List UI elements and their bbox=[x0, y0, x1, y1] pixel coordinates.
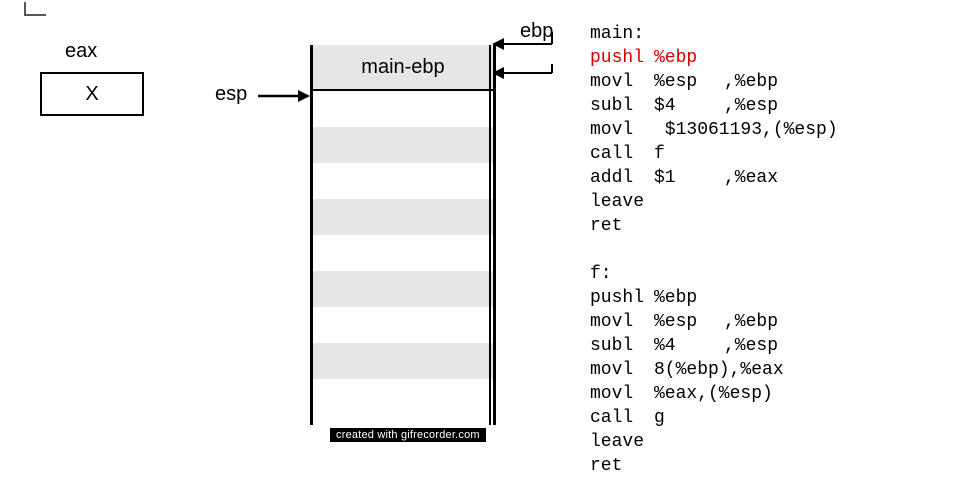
code-line: callg bbox=[590, 408, 724, 428]
register-eax-label: eax bbox=[65, 40, 97, 63]
code-line: subl$4,%esp bbox=[590, 96, 778, 116]
code-line: movl $13061193,(%esp) bbox=[590, 120, 838, 140]
stack-cell-top: main-ebp bbox=[313, 45, 493, 91]
stack-cell bbox=[313, 307, 493, 343]
stack-cell bbox=[313, 127, 493, 163]
stack-cell bbox=[313, 379, 493, 415]
register-eax-value: X bbox=[85, 83, 98, 106]
stack-right-inner-line bbox=[489, 45, 491, 425]
stack-cell bbox=[313, 271, 493, 307]
code-line: pushl%ebp bbox=[590, 48, 724, 68]
stack-cell bbox=[313, 163, 493, 199]
code-line: movl8(%ebp),%eax bbox=[590, 360, 784, 380]
code-line: movl%esp,%ebp bbox=[590, 312, 778, 332]
register-eax-box: X bbox=[40, 72, 144, 116]
stack-cell-top-label: main-ebp bbox=[361, 56, 444, 79]
code-line: movl%eax,(%esp) bbox=[590, 384, 773, 404]
label-main: main: bbox=[590, 24, 644, 44]
code-line: movl%esp,%ebp bbox=[590, 72, 778, 92]
code-line: pushl%ebp bbox=[590, 288, 724, 308]
arrow-right-icon bbox=[258, 87, 310, 105]
stack-cell bbox=[313, 91, 493, 127]
arrow-ebp-top-icon bbox=[492, 30, 562, 58]
stack-cell bbox=[313, 343, 493, 379]
code-line: subl%4,%esp bbox=[590, 336, 778, 356]
arrow-ebp-row-icon bbox=[492, 64, 562, 88]
stack-cell bbox=[313, 235, 493, 271]
code-line: addl$1,%eax bbox=[590, 168, 778, 188]
assembly-listing: main: pushl%ebp movl%esp,%ebp subl$4,%es… bbox=[590, 22, 838, 478]
stack-cell bbox=[313, 199, 493, 235]
corner-mark bbox=[24, 2, 46, 16]
pointer-esp-label: esp bbox=[215, 83, 247, 106]
code-line: ret bbox=[590, 216, 654, 236]
code-line: callf bbox=[590, 144, 724, 164]
code-line: leave bbox=[590, 432, 654, 452]
code-line: leave bbox=[590, 192, 654, 212]
code-line: ret bbox=[590, 456, 654, 476]
watermark-label: created with gifrecorder.com bbox=[330, 428, 486, 442]
stack-diagram: main-ebp bbox=[310, 45, 496, 425]
label-f: f: bbox=[590, 264, 612, 284]
